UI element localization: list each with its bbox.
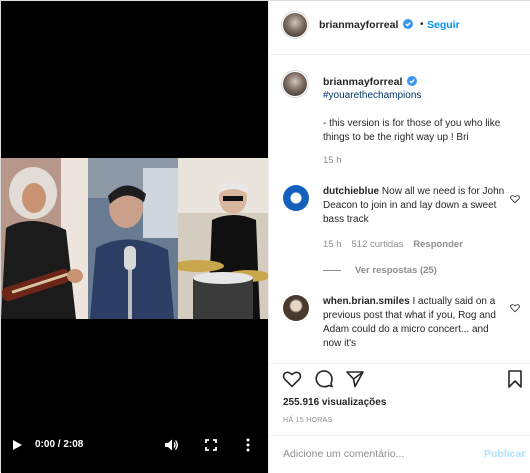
video-time: 0:00 / 2:08 <box>35 439 84 450</box>
comment-meta: 15 h 512 curtidas Responder <box>323 239 463 250</box>
posted-time[interactable]: HÁ 15 HORAS <box>283 417 333 424</box>
bookmark-icon[interactable] <box>505 369 525 389</box>
comment-username[interactable]: dutchieblue <box>323 186 379 197</box>
caption-avatar[interactable] <box>283 72 307 96</box>
comment-like-icon[interactable] <box>510 194 520 204</box>
more-vertical-icon[interactable] <box>243 438 253 452</box>
replies-divider <box>323 270 341 271</box>
post-sidebar: brianmayforreal • Seguir brianmayforreal… <box>268 1 530 473</box>
comment-input[interactable] <box>283 448 463 460</box>
comment-icon[interactable] <box>314 369 334 389</box>
comment-avatar[interactable] <box>283 185 309 211</box>
fullscreen-icon[interactable] <box>204 438 218 452</box>
publish-button[interactable]: Publicar <box>484 448 525 460</box>
views-count[interactable]: 255.916 visualizações <box>283 397 386 408</box>
post-header: brianmayforreal • Seguir <box>269 1 530 55</box>
comment-item: when.brian.smiles I actually said on a p… <box>323 295 508 351</box>
comment-avatar[interactable] <box>283 295 309 321</box>
caption-text: - this version is for those of you who l… <box>323 118 501 143</box>
view-replies-button[interactable]: Ver respostas (25) <box>355 265 437 276</box>
caption-username[interactable]: brianmayforreal <box>323 76 418 88</box>
reply-button[interactable]: Responder <box>413 239 463 250</box>
caption-timestamp[interactable]: 15 h <box>323 155 342 166</box>
video-tile-guitarist <box>1 158 88 319</box>
follow-button[interactable]: Seguir <box>427 19 460 31</box>
add-comment-bar: Publicar <box>269 435 530 473</box>
play-icon[interactable] <box>11 439 23 451</box>
comment-username[interactable]: when.brian.smiles <box>323 296 410 307</box>
caption-hashtag-link[interactable]: #youarethechampions <box>323 90 421 101</box>
separator-dot: • <box>420 19 424 30</box>
share-icon[interactable] <box>345 369 365 389</box>
author-username[interactable]: brianmayforreal <box>319 19 414 31</box>
comment-like-icon[interactable] <box>510 303 520 313</box>
comment-timestamp[interactable]: 15 h <box>323 239 342 250</box>
author-avatar[interactable] <box>283 13 307 37</box>
video-controls: 0:00 / 2:08 <box>1 433 268 457</box>
video-player[interactable]: 0:00 / 2:08 <box>1 1 268 473</box>
verified-badge-icon <box>407 76 418 86</box>
comment-item: dutchieblue Now all we need is for John … <box>323 185 508 227</box>
comment-likes[interactable]: 512 curtidas <box>352 239 404 250</box>
volume-icon[interactable] <box>164 438 178 452</box>
action-bar <box>269 363 530 395</box>
heart-icon[interactable] <box>282 369 302 389</box>
video-frame[interactable] <box>1 158 268 319</box>
video-tile-drummer <box>178 158 268 319</box>
verified-badge-icon <box>403 19 414 29</box>
video-tile-singer <box>88 158 178 319</box>
instagram-post: 0:00 / 2:08 brianmayforreal • Seguir bri… <box>0 0 530 473</box>
